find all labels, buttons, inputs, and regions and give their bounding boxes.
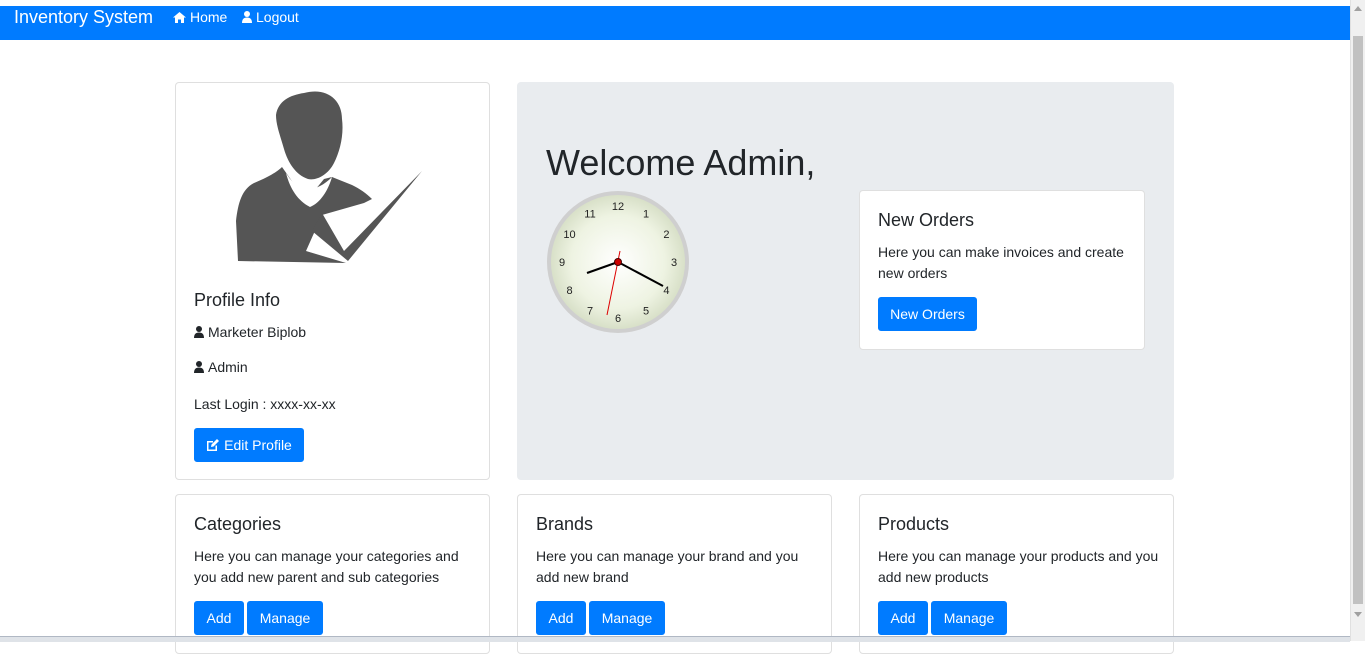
clock-numeral: 5 xyxy=(643,305,649,317)
products-manage-button[interactable]: Manage xyxy=(931,601,1007,635)
clock-numeral: 4 xyxy=(663,285,669,297)
clock-numeral: 12 xyxy=(612,201,624,213)
clock-center xyxy=(614,258,622,266)
profile-title: Profile Info xyxy=(194,290,281,310)
user-icon xyxy=(194,361,204,373)
profile-role-row: Admin xyxy=(194,358,248,376)
scrollbar-thumb[interactable] xyxy=(1353,36,1363,604)
nav-logout-link[interactable]: Logout xyxy=(242,9,299,25)
vertical-scrollbar[interactable] xyxy=(1350,0,1365,641)
profile-card: Profile Info Marketer Biplob Admin Last … xyxy=(175,82,490,480)
navbar: Inventory System Home Logout xyxy=(0,6,1350,40)
user-icon xyxy=(242,11,252,23)
user-icon xyxy=(194,326,204,338)
nav-logout-label: Logout xyxy=(256,9,299,25)
clock-numeral: 3 xyxy=(671,257,677,269)
home-icon xyxy=(173,11,186,23)
clock-numeral: 10 xyxy=(563,229,575,241)
clock-numeral: 11 xyxy=(584,209,595,221)
welcome-panel: Welcome Admin, 12 1 2 3 4 5 6 7 8 9 10 11 New Order… xyxy=(517,82,1174,480)
new-orders-card: New Orders Here you can make invoices an… xyxy=(859,190,1145,350)
products-add-button[interactable]: Add xyxy=(878,601,928,635)
profile-name-row: Marketer Biplob xyxy=(194,323,306,341)
navbar-brand[interactable]: Inventory System xyxy=(14,6,153,28)
brands-title: Brands xyxy=(536,514,594,534)
scroll-up-arrow-icon[interactable] xyxy=(1354,6,1362,11)
clock-numeral: 1 xyxy=(643,209,649,221)
categories-manage-button[interactable]: Manage xyxy=(247,601,323,635)
categories-title: Categories xyxy=(194,514,282,534)
profile-name: Marketer Biplob xyxy=(208,324,307,340)
new-orders-title: New Orders xyxy=(878,210,975,230)
brands-text: Here you can manage your brand and you a… xyxy=(536,548,799,585)
edit-icon xyxy=(207,439,220,451)
clock-numeral: 2 xyxy=(663,229,669,241)
products-title: Products xyxy=(878,514,950,534)
brands-card: Brands Here you can manage your brand an… xyxy=(517,494,832,654)
profile-last-login-text: Last Login : xxxx-xx-xx xyxy=(194,396,336,412)
new-orders-button[interactable]: New Orders xyxy=(878,297,977,331)
scroll-down-arrow-icon[interactable] xyxy=(1354,612,1362,617)
brands-manage-button[interactable]: Manage xyxy=(589,601,665,635)
taskbar-strip xyxy=(0,636,1350,642)
clock-numeral: 6 xyxy=(615,313,621,325)
products-text: Here you can manage your products and yo… xyxy=(878,548,1159,585)
profile-role: Admin xyxy=(208,359,248,375)
clock-numeral: 9 xyxy=(559,257,565,269)
nav-home-label: Home xyxy=(190,9,228,25)
profile-avatar-icon xyxy=(236,91,422,263)
new-orders-text: Here you can make invoices and create ne… xyxy=(878,244,1124,281)
brands-add-button[interactable]: Add xyxy=(536,601,586,635)
clock-numeral: 8 xyxy=(566,285,572,297)
categories-card: Categories Here you can manage your cate… xyxy=(175,494,490,654)
products-card: Products Here you can manage your produc… xyxy=(859,494,1174,654)
analog-clock: 121234567891011 xyxy=(547,191,689,333)
welcome-heading: Welcome Admin, xyxy=(546,142,816,183)
profile-last-login: Last Login : xxxx-xx-xx xyxy=(194,395,336,413)
clock-numeral: 7 xyxy=(587,305,593,317)
edit-profile-button[interactable]: Edit Profile xyxy=(194,428,304,462)
edit-profile-label: Edit Profile xyxy=(224,437,292,453)
categories-text: Here you can manage your categories and … xyxy=(194,548,459,585)
nav-home-link[interactable]: Home xyxy=(173,9,227,25)
categories-add-button[interactable]: Add xyxy=(194,601,244,635)
